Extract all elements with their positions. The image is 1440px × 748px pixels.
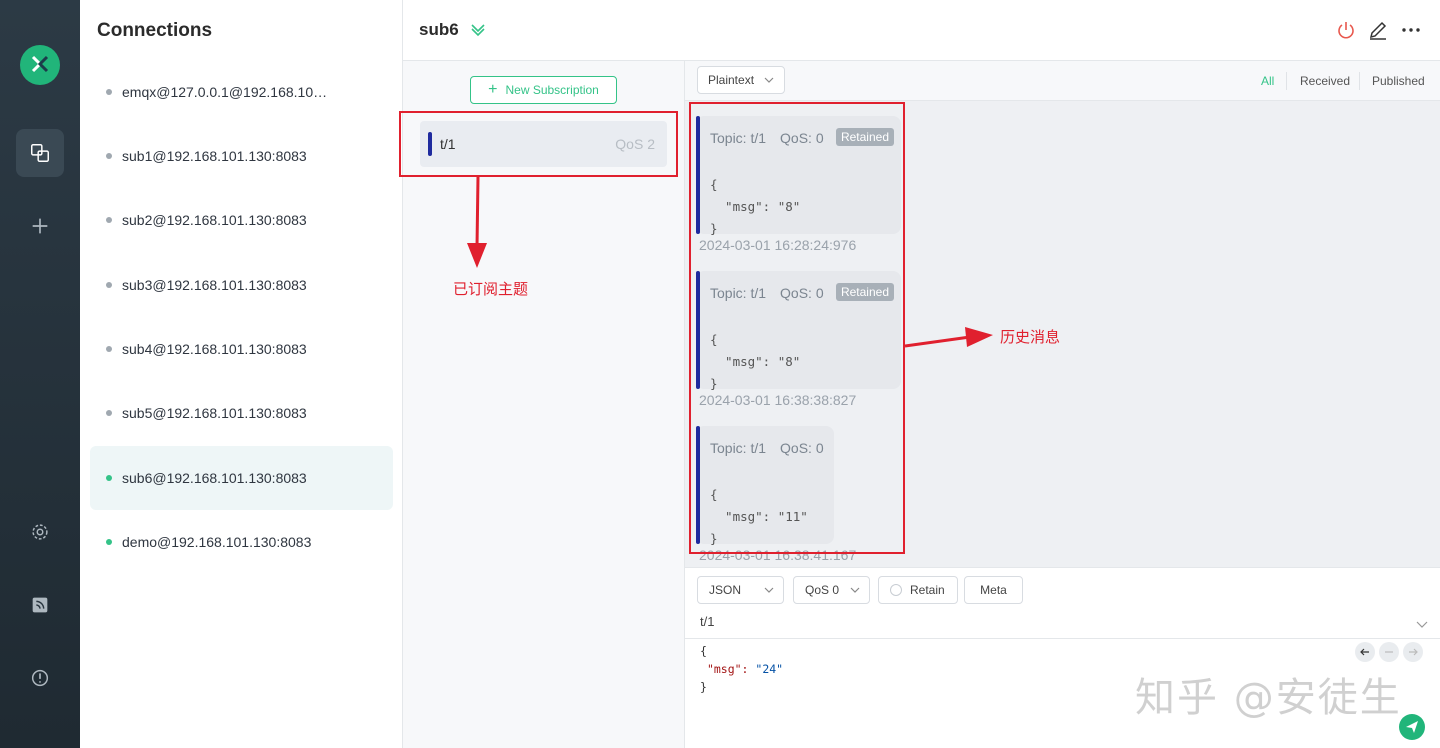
chevron-down-icon (764, 77, 774, 83)
status-dot (106, 217, 112, 223)
connection-item[interactable]: sub1@192.168.101.130:8083 (90, 124, 393, 188)
connections-panel: Connections emqx@127.0.0.1@192.168.101..… (80, 0, 403, 748)
qos-select[interactable]: QoS 0 (793, 576, 870, 604)
status-dot (106, 346, 112, 352)
payload-type-select[interactable]: JSON (697, 576, 784, 604)
history-back-icon[interactable] (1355, 642, 1375, 662)
connection-title: sub6 (419, 20, 459, 39)
connection-item-active[interactable]: sub6@192.168.101.130:8083 (90, 446, 393, 510)
filter-published-tab[interactable]: Published (1372, 74, 1425, 88)
retain-checkbox[interactable]: Retain (878, 576, 958, 604)
connection-name: sub3@192.168.101.130:8083 (122, 277, 307, 293)
publish-topic-input[interactable]: t/1 (700, 614, 714, 629)
connection-name: emqx@127.0.0.1@192.168.101.... (122, 84, 332, 100)
status-dot-online (106, 539, 112, 545)
payload-type-value: JSON (709, 583, 742, 597)
disconnect-power-icon[interactable] (1336, 20, 1356, 40)
meta-button[interactable]: Meta (964, 576, 1023, 604)
divider (1286, 72, 1287, 90)
connection-name: sub5@192.168.101.130:8083 (122, 405, 307, 421)
status-dot (106, 153, 112, 159)
history-clear-icon[interactable] (1379, 642, 1399, 662)
meta-label: Meta (980, 583, 1007, 597)
annotation-arrow-right-icon (905, 327, 993, 348)
collapse-chevron-icon[interactable] (470, 21, 486, 37)
status-dot-online (106, 475, 112, 481)
divider (685, 638, 1440, 639)
divider (1359, 72, 1360, 90)
connection-name: sub6@192.168.101.130:8083 (122, 470, 307, 486)
format-value: Plaintext (708, 73, 755, 87)
annotation-arrow-down-icon (467, 177, 487, 268)
connection-item[interactable]: emqx@127.0.0.1@192.168.101.... (90, 60, 393, 124)
expand-chevron-icon[interactable] (1416, 618, 1428, 630)
status-dot (106, 89, 112, 95)
settings-gear-icon[interactable] (16, 508, 64, 556)
filter-received-tab[interactable]: Received (1300, 74, 1350, 88)
left-nav-rail (0, 0, 80, 748)
connection-item[interactable]: sub4@192.168.101.130:8083 (90, 317, 393, 381)
annotation-box-messages (689, 102, 905, 554)
message-filter-bar: Plaintext All Received Published (685, 61, 1440, 101)
annotation-subscribed-topic: 已订阅主题 (453, 280, 529, 298)
annotation-history-messages: 历史消息 (1000, 328, 1061, 346)
zhihu-watermark: 知乎 @安徒生 (1135, 675, 1402, 721)
payload-editor[interactable]: { "msg": "24" } (700, 642, 783, 696)
script-feed-icon[interactable] (16, 581, 64, 629)
chevron-down-icon (764, 587, 774, 593)
more-options-icon[interactable] (1401, 20, 1421, 40)
connections-title: Connections (97, 20, 213, 41)
connection-header: sub6 (403, 0, 1440, 61)
retain-label: Retain (910, 583, 945, 597)
connection-item[interactable]: sub3@192.168.101.130:8083 (90, 253, 393, 317)
connection-item[interactable]: sub2@192.168.101.130:8083 (90, 188, 393, 252)
payload-format-select[interactable]: Plaintext (697, 66, 785, 94)
new-subscription-button[interactable]: + New Subscription (470, 76, 617, 104)
connection-name: sub1@192.168.101.130:8083 (122, 148, 307, 164)
connection-name: demo@192.168.101.130:8083 (122, 534, 312, 550)
filter-all-tab[interactable]: All (1261, 74, 1274, 88)
connections-nav-icon[interactable] (16, 129, 64, 177)
connection-item[interactable]: demo@192.168.101.130:8083 (90, 510, 393, 574)
status-dot (106, 282, 112, 288)
annotation-box-subscription (399, 111, 678, 177)
status-dot (106, 410, 112, 416)
send-icon[interactable] (1399, 714, 1425, 740)
about-info-icon[interactable] (16, 654, 64, 702)
retain-radio-icon (890, 584, 902, 596)
add-connection-icon[interactable] (16, 202, 64, 250)
history-forward-icon[interactable] (1403, 642, 1423, 662)
connection-name: sub2@192.168.101.130:8083 (122, 212, 307, 228)
edit-pencil-icon[interactable] (1368, 20, 1388, 40)
chevron-down-icon (850, 587, 860, 593)
qos-value: QoS 0 (805, 583, 840, 597)
mqttx-logo-icon (20, 45, 60, 85)
plus-icon: + (488, 81, 498, 98)
connection-item[interactable]: sub5@192.168.101.130:8083 (90, 381, 393, 445)
new-subscription-label: New Subscription (505, 83, 599, 97)
connection-name: sub4@192.168.101.130:8083 (122, 341, 307, 357)
